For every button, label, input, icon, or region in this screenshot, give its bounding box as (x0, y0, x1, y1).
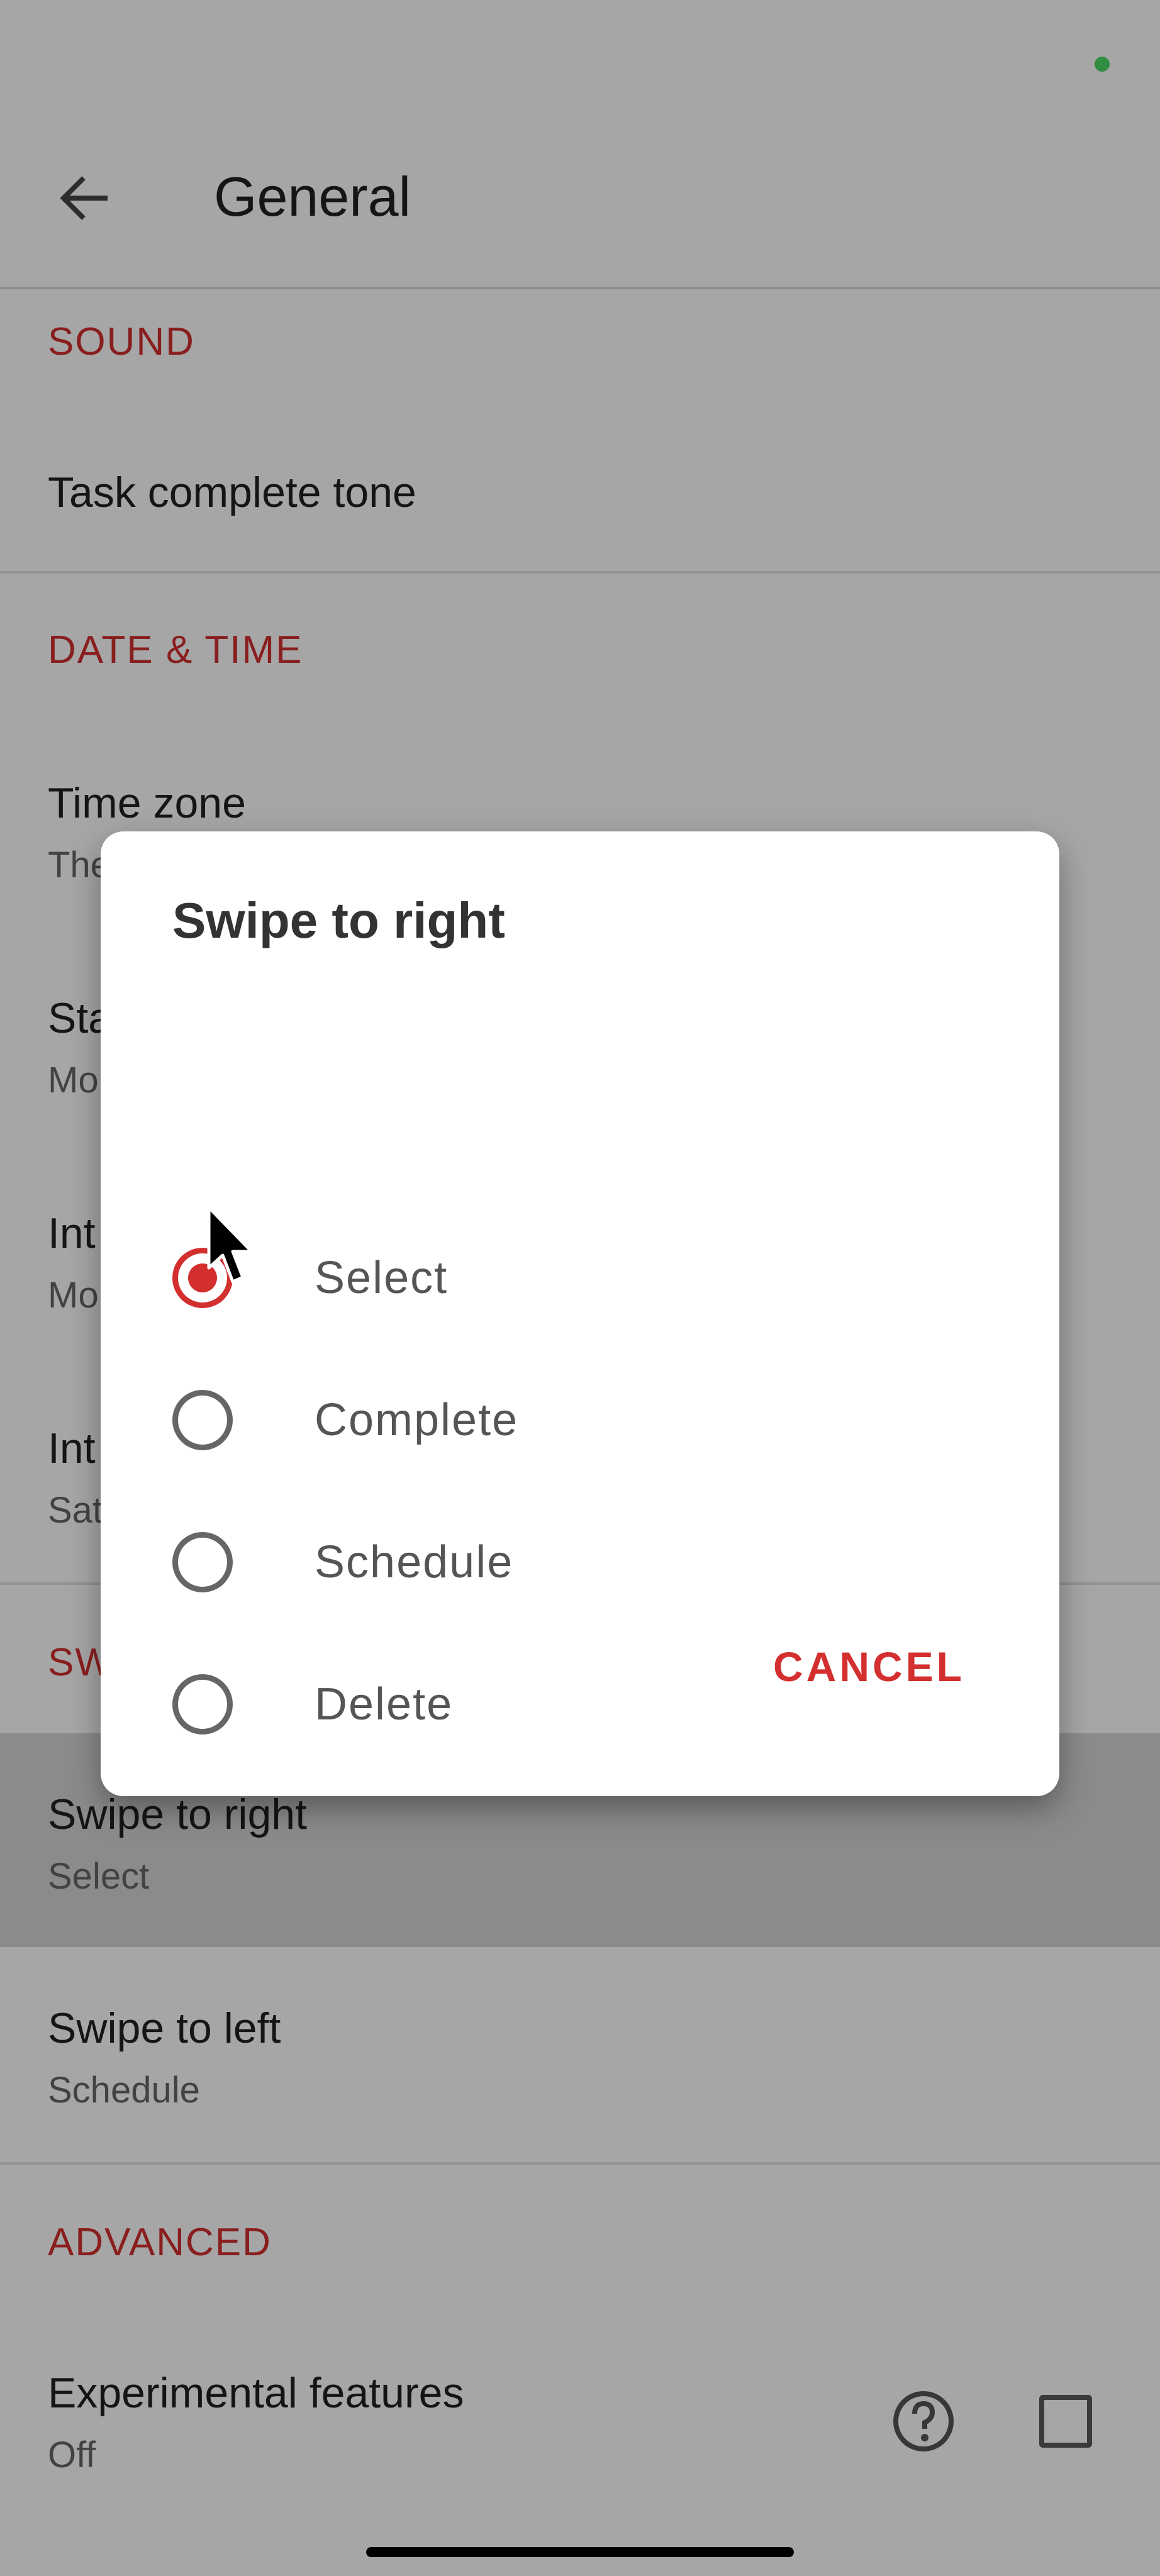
option-schedule[interactable]: Schedule (172, 1506, 990, 1619)
cancel-button[interactable]: CANCEL (773, 1643, 965, 1690)
dialog-title: Swipe to right (172, 892, 505, 948)
option-label: Select (315, 1253, 449, 1303)
swipe-right-dialog: Swipe to right Select Complete Schedule … (101, 831, 1059, 1796)
radio-button[interactable] (172, 1532, 233, 1592)
mouse-cursor-icon (207, 1206, 254, 1284)
navigation-gesture-bar[interactable] (366, 2547, 794, 2557)
radio-button[interactable] (172, 1390, 233, 1450)
option-label: Complete (315, 1395, 519, 1445)
radio-button[interactable] (172, 1674, 233, 1735)
screen: 8:25 47% General SOUND Task complete ton… (0, 0, 1160, 2576)
option-complete[interactable]: Complete (172, 1363, 990, 1477)
option-select[interactable]: Select (172, 1221, 990, 1335)
option-label: Delete (315, 1679, 454, 1729)
option-label: Schedule (315, 1537, 514, 1587)
